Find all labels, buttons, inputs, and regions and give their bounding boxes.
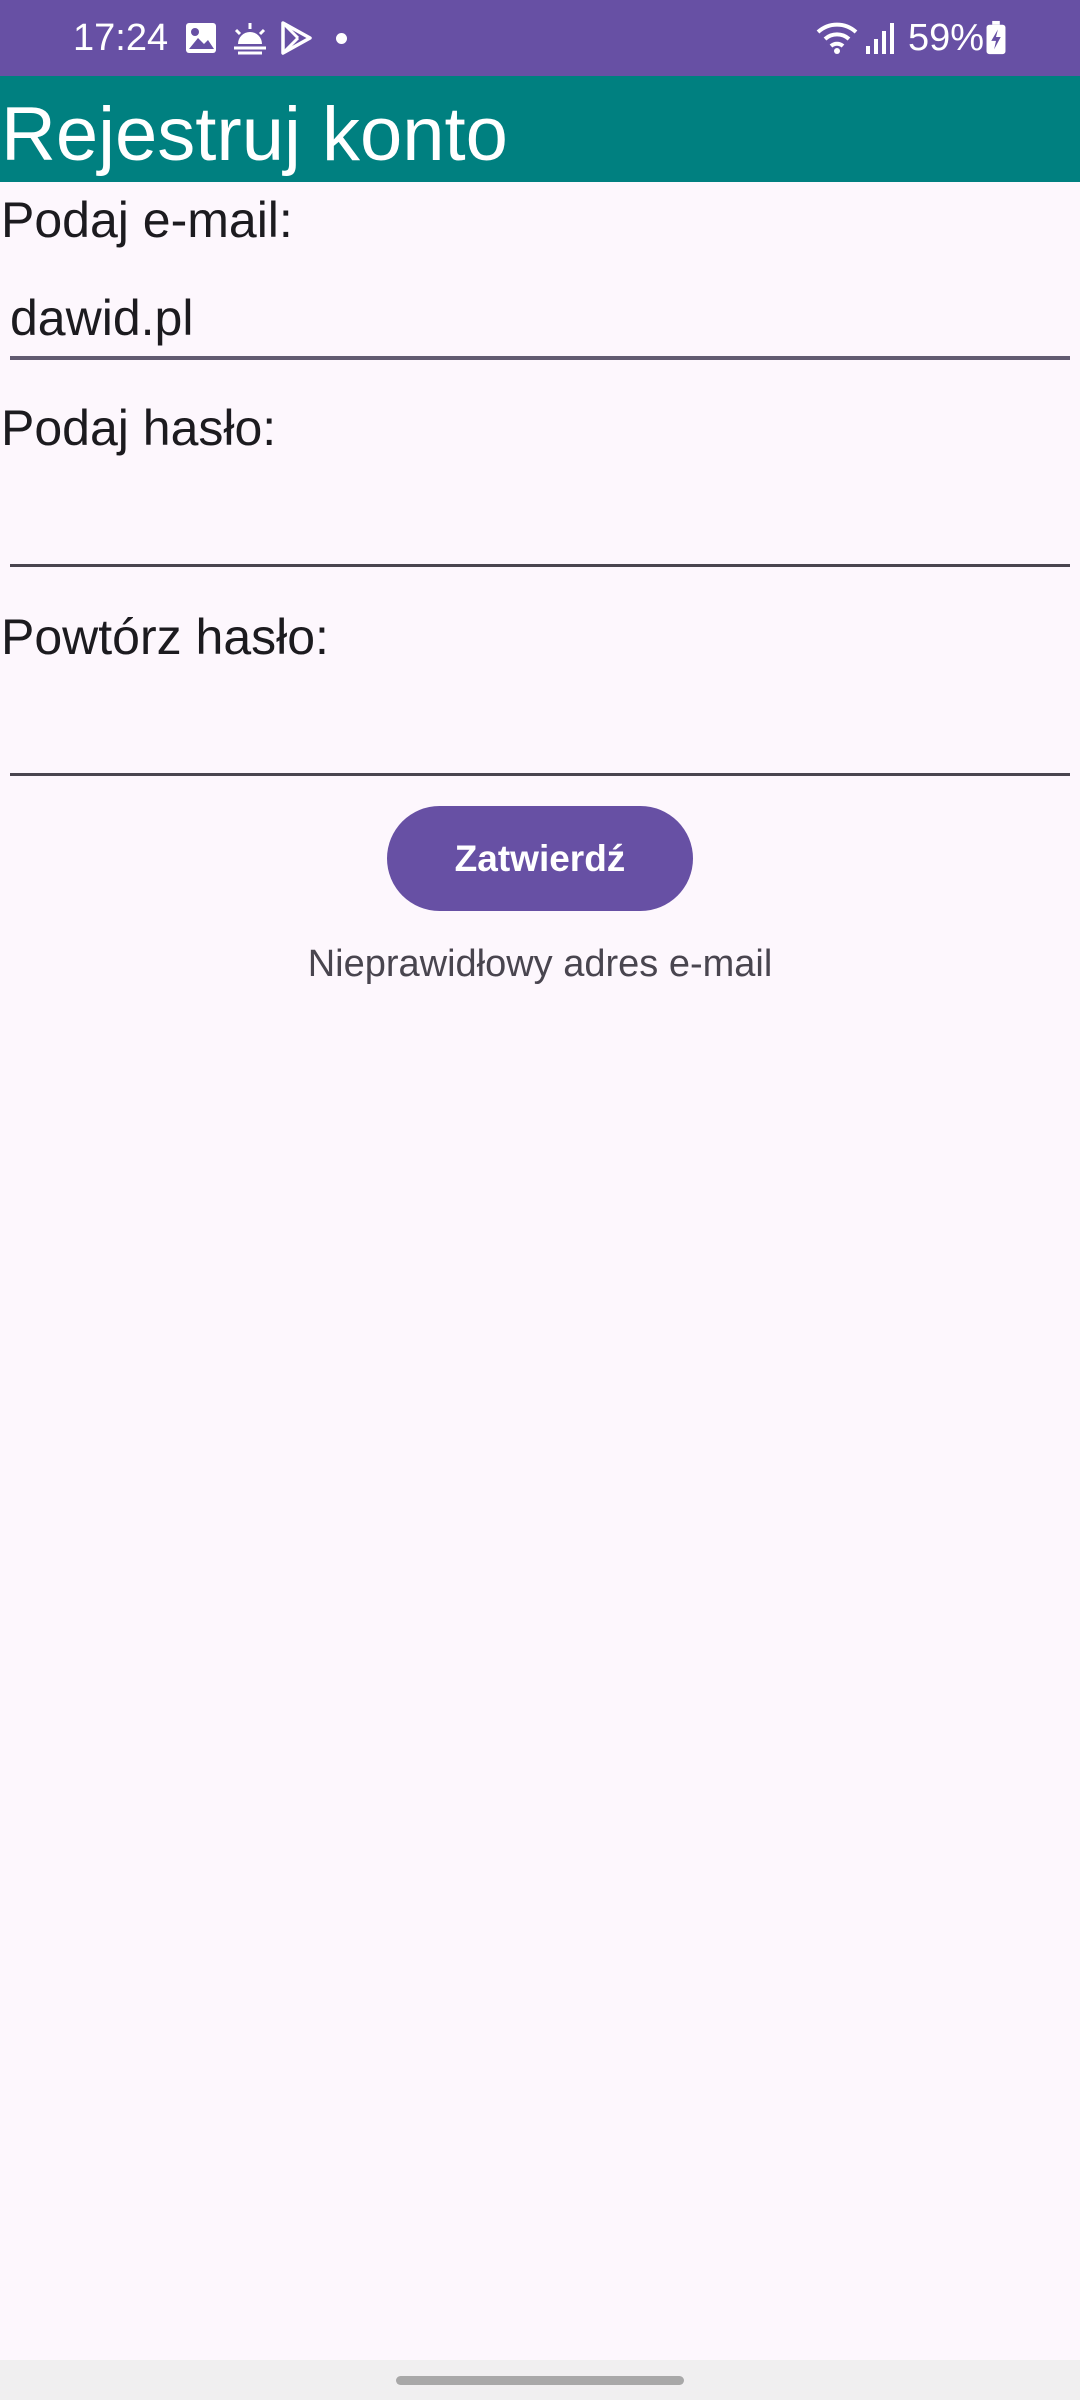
password-label: Podaj hasło: [1,400,277,456]
signal-icon [866,23,894,54]
battery-icon [986,20,1006,55]
wifi-icon [816,22,858,54]
play-store-icon [281,21,312,55]
weather-icon [234,23,266,55]
submit-button[interactable]: Zatwierdź [387,806,693,911]
navigation-bar [0,2360,1080,2400]
status-bar: 17:24 59% [0,0,1080,76]
email-field[interactable] [10,280,1070,360]
email-label: Podaj e-mail: [1,192,293,248]
app-bar: Rejestruj konto [0,76,1080,182]
gesture-handle[interactable] [396,2376,684,2385]
notification-dot-icon [336,33,347,44]
repeat-password-label: Powtórz hasło: [1,609,329,665]
status-time: 17:24 [73,17,169,59]
error-message: Nieprawidłowy adres e-mail [307,943,773,985]
battery-percent: 59% [908,17,985,59]
password-field[interactable] [10,487,1070,567]
gallery-icon [186,23,216,53]
repeat-password-field[interactable] [10,696,1070,776]
page-title: Rejestruj konto [1,92,508,177]
